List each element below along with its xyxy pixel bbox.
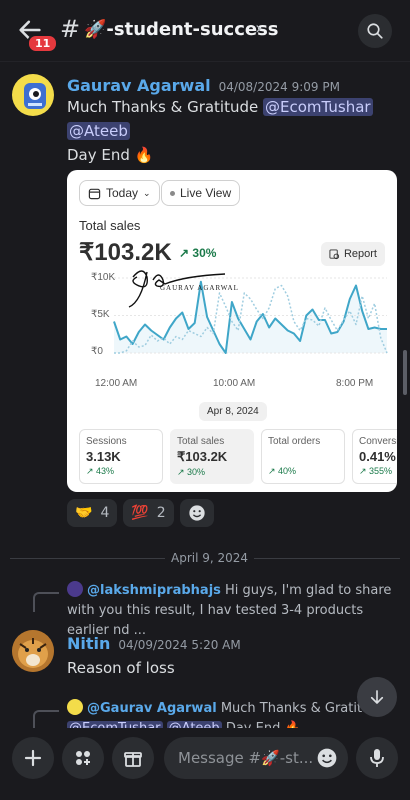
message-content: Reason of loss: [67, 659, 175, 677]
smiley-add-icon: [189, 505, 205, 521]
stat-card-sessions: Sessions 3.13K ↗ 43%: [79, 429, 163, 484]
voice-button[interactable]: [356, 737, 398, 779]
reply-avatar: [67, 699, 83, 715]
avatar-image: [12, 630, 54, 672]
apps-icon: [76, 751, 90, 765]
stat-card-total-orders: Total orders ↗ 40%: [261, 429, 345, 484]
avatar[interactable]: [12, 630, 54, 672]
microphone-icon: [370, 749, 384, 767]
jump-to-bottom-button[interactable]: [357, 677, 397, 717]
message-author[interactable]: Gaurav Agarwal 04/08/2024 9:09 PM: [67, 76, 340, 95]
reply-connector: [33, 592, 59, 612]
message-content: Much Thanks & Gratitude @EcomTushar @Ate…: [67, 98, 373, 140]
apps-button[interactable]: [62, 737, 104, 779]
unread-badge: 11: [27, 34, 59, 53]
message-content-line2: Day End 🔥: [67, 146, 154, 164]
add-reaction-button[interactable]: [179, 499, 214, 527]
reaction-handshake[interactable]: 🤝 4: [67, 499, 118, 527]
message-timestamp: 04/08/2024 9:09 PM: [218, 80, 340, 94]
channel-hash-icon: #: [60, 15, 81, 43]
date-chip: Apr 8, 2024: [199, 402, 267, 421]
image-attachment[interactable]: Today ⌄ Live View Total sales ₹103.2K ↗ …: [67, 170, 397, 492]
search-button[interactable]: [358, 14, 392, 48]
x-tick-label: 10:00 AM: [213, 378, 256, 389]
arrow-down-icon: [370, 690, 384, 704]
message-timestamp: 04/09/2024 5:20 AM: [118, 638, 241, 652]
reactions: 🤝 4 💯 2: [67, 499, 214, 527]
channel-header: 11 # 🚀-student-success ›: [0, 0, 410, 62]
attach-button[interactable]: [12, 737, 54, 779]
reply-preview[interactable]: @lakshmiprabhajs Hi guys, I'm glad to sh…: [67, 581, 402, 641]
gift-icon: [124, 752, 142, 767]
x-tick-label: 8:00 PM: [336, 378, 374, 389]
plus-icon: [24, 749, 42, 767]
message-author[interactable]: Nitin 04/09/2024 5:20 AM: [67, 634, 241, 653]
signature-watermark: GAURAV AGARWAL: [123, 262, 243, 312]
mention[interactable]: @EcomTushar: [263, 98, 373, 116]
watermark-name: GAURAV AGARWAL: [160, 284, 239, 292]
message-input[interactable]: Message #🚀-st...: [164, 737, 348, 779]
channel-name[interactable]: 🚀-student-success: [84, 19, 279, 40]
stat-card-total-sales: Total sales ₹103.2K ↗ 30%: [170, 429, 254, 484]
reply-avatar: [67, 581, 83, 597]
emoji-icon[interactable]: [316, 747, 338, 769]
avatar[interactable]: [12, 74, 54, 116]
scrollbar[interactable]: [403, 350, 407, 395]
x-tick-label: 12:00 AM: [95, 378, 138, 389]
chevron-right-icon[interactable]: ›: [255, 18, 262, 39]
search-icon: [367, 23, 383, 39]
message-composer: Message #🚀-st...: [0, 728, 410, 800]
mention[interactable]: @Ateeb: [67, 122, 130, 140]
date-divider: April 9, 2024: [10, 551, 400, 565]
reaction-100[interactable]: 💯 2: [123, 499, 174, 527]
stat-card-conversion: Conversi 0.41% ↗ 355%: [352, 429, 397, 484]
avatar-image: [24, 83, 46, 109]
gift-button[interactable]: [112, 737, 154, 779]
